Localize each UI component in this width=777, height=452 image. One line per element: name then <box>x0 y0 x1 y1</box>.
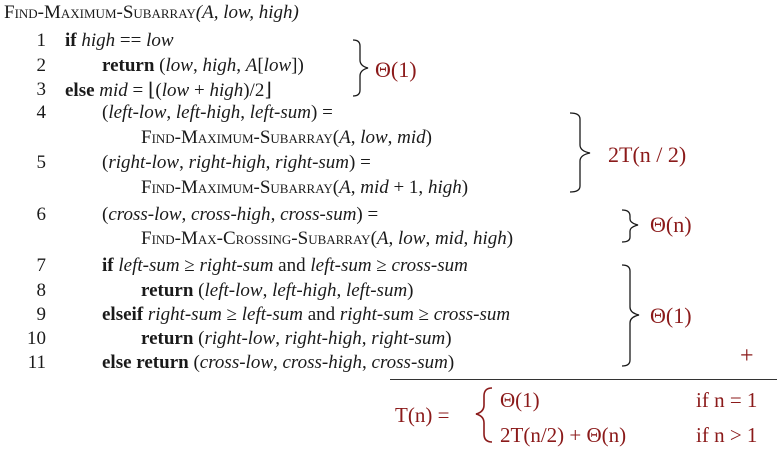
recurrence-case1-value: Θ(1) <box>500 388 540 412</box>
recurrence-brace <box>475 387 493 443</box>
recurrence-case1-condition: if n = 1 <box>696 388 758 412</box>
recurrence-case2-value: 2T(n/2) + Θ(n) <box>500 423 627 447</box>
recurrence-brace-layer <box>475 387 493 443</box>
recurrence-case2-condition: if n > 1 <box>696 423 758 447</box>
